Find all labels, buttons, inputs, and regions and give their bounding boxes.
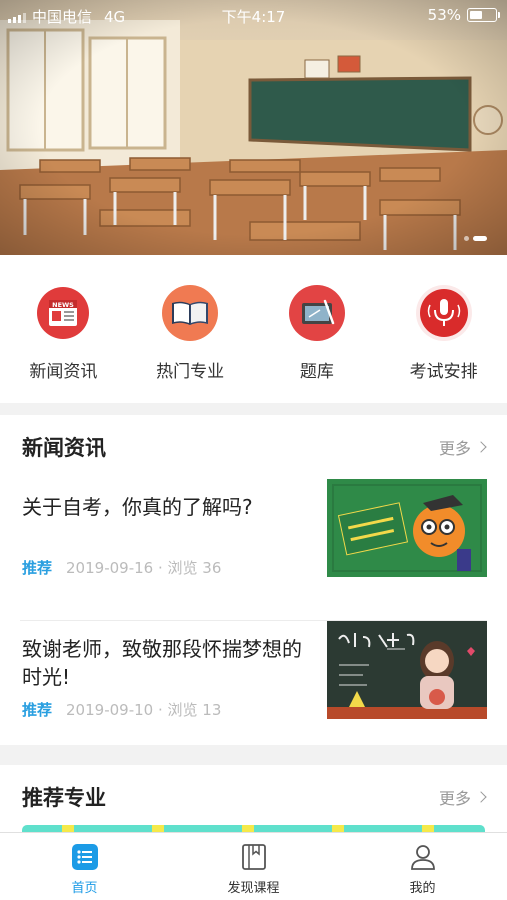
tag-badge: 推荐 [22,701,53,719]
home-list-icon [71,843,99,871]
news-date: 2019-09-10 · 浏览 13 [66,701,222,719]
microphone-icon [414,283,474,343]
news-title: 致谢老师，致敬那段怀揣梦想的时光! [22,637,302,689]
status-bar: 中国电信 4G 下午4:17 53% [0,0,507,30]
recommend-section: 推荐专业 更多 [0,765,507,835]
quick-label: 考试安排 [409,362,478,382]
news-date: 2019-09-16 · 浏览 36 [66,559,222,577]
tablet-pen-icon [287,283,347,343]
tab-discover-courses[interactable]: 发现课程 [194,833,314,900]
user-icon [409,843,437,871]
section-title: 推荐专业 [22,786,106,810]
chevron-right-icon [475,791,487,803]
news-thumbnail [327,621,487,719]
chevron-right-icon [475,441,487,453]
tab-home[interactable]: 首页 [25,833,145,900]
carousel-indicator [464,236,487,241]
news-thumbnail [327,479,487,577]
more-link[interactable]: 更多 [438,435,487,459]
tab-label: 发现课程 [227,881,280,896]
quick-label: 热门专业 [156,362,225,382]
news-section: 新闻资讯 更多 关于自考，你真的了解吗? 推荐 2019-09-16 · 浏览 … [0,415,507,745]
tab-bar: 首页 发现课程 我的 [0,832,507,900]
book-icon [160,283,220,343]
quick-item-question-bank[interactable]: 题库 [254,255,380,403]
news-icon: NEWS [33,283,94,343]
carousel-dot [464,236,469,241]
quick-item-exam-schedule[interactable]: 考试安排 [381,255,507,403]
tab-mine[interactable]: 我的 [363,833,483,900]
tag-badge: 推荐 [22,559,53,577]
quick-item-majors[interactable]: 热门专业 [127,255,253,403]
carousel-dot-active [473,236,487,241]
classroom-image [0,0,507,255]
tab-label: 我的 [409,881,436,896]
battery-percent: 53% [427,6,461,24]
quick-label: 新闻资讯 [29,362,98,382]
quick-item-news[interactable]: NEWS 新闻资讯 [0,255,126,403]
tab-label: 首页 [71,881,98,896]
news-title: 关于自考，你真的了解吗? [22,495,253,519]
banner-carousel[interactable] [0,0,507,255]
section-title: 新闻资讯 [22,436,106,460]
battery-icon [467,8,500,22]
quick-menu: NEWS 新闻资讯 热门专业 题库 考试安排 [0,255,507,403]
more-link[interactable]: 更多 [438,785,487,809]
more-label: 更多 [438,789,471,808]
news-item[interactable]: 关于自考，你真的了解吗? 推荐 2019-09-16 · 浏览 36 [20,479,487,621]
svg-text:NEWS: NEWS [53,301,75,309]
news-item[interactable]: 致谢老师，致敬那段怀揣梦想的时光! 推荐 2019-09-10 · 浏览 13 [20,621,487,763]
bookmark-book-icon [240,843,268,871]
quick-label: 题库 [299,362,334,382]
more-label: 更多 [438,439,471,458]
